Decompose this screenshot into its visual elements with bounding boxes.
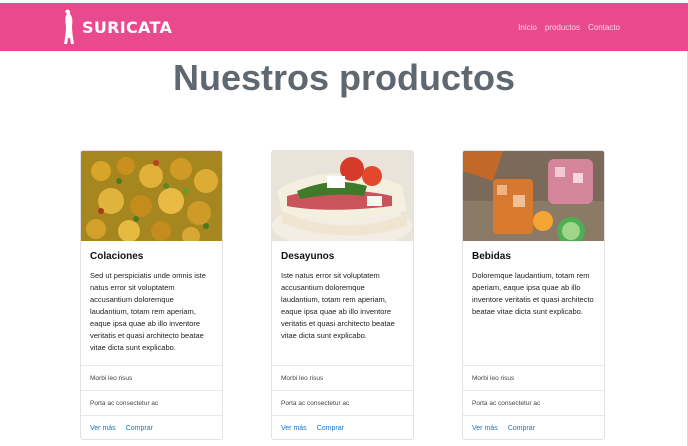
card-body: Desayunos Iste natus error sit voluptate… [272,241,413,365]
food-image-desayunos [272,151,413,241]
navbar: SURICATA Inicio productos Contacto [0,3,688,51]
list-item: Morbi leo risus [272,365,413,390]
list-item: Porta ac consectetur ac [81,390,222,415]
meerkat-icon [64,9,74,44]
product-card-bebidas: Bebidas Doloremque laudantium, totam rem… [462,150,605,440]
drinks-image-bebidas [463,151,604,241]
card-title: Colaciones [90,251,144,262]
brand-logo[interactable]: SURICATA [60,7,172,47]
card-body: Colaciones Sed ut perspiciatis unde omni… [81,241,222,365]
food-image-colaciones [81,151,222,241]
list-item: Morbi leo risus [463,365,604,390]
page-title: Nuestros productos [172,57,516,98]
product-card-desayunos: Desayunos Iste natus error sit voluptate… [271,150,414,440]
card-links: Ver más Comprar [272,415,413,439]
nav-link-productos[interactable]: productos [545,23,580,32]
card-title: Desayunos [281,251,335,262]
product-card-colaciones: Colaciones Sed ut perspiciatis unde omni… [80,150,223,440]
list-item: Morbi leo risus [81,365,222,390]
ver-mas-link[interactable]: Ver más [90,425,116,432]
ver-mas-link[interactable]: Ver más [472,425,498,432]
card-links: Ver más Comprar [81,415,222,439]
card-body: Bebidas Doloremque laudantium, totam rem… [463,241,604,365]
nav-link-contacto[interactable]: Contacto [588,23,620,32]
list-item: Porta ac consectetur ac [463,390,604,415]
card-text: Sed ut perspiciatis unde omnis iste natu… [90,271,206,352]
card-text: Iste natus error sit voluptatem accusant… [281,271,395,340]
comprar-link[interactable]: Comprar [126,425,153,432]
nav-links: Inicio productos Contacto [518,3,620,51]
card-title: Bebidas [472,251,511,262]
list-item: Porta ac consectetur ac [272,390,413,415]
card-text: Doloremque laudantium, totam rem aperiam… [472,271,594,316]
brand-name: SURICATA [82,17,173,37]
comprar-link[interactable]: Comprar [508,425,535,432]
ver-mas-link[interactable]: Ver más [281,425,307,432]
nav-link-inicio[interactable]: Inicio [518,23,537,32]
card-links: Ver más Comprar [463,415,604,439]
comprar-link[interactable]: Comprar [317,425,344,432]
